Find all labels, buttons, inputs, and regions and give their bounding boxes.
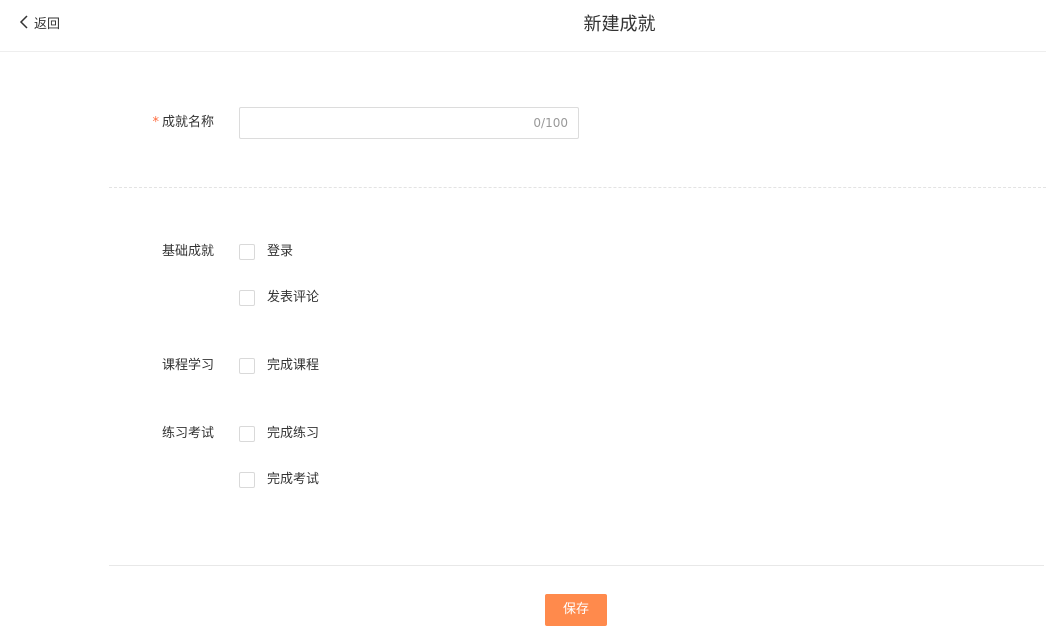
group-label-practice-exam: 练习考试 [161,426,214,441]
group-label-course: 课程学习 [161,358,214,373]
section-divider [109,187,1046,188]
checkbox[interactable] [239,290,255,306]
checkbox-option-comment[interactable]: 发表评论 [239,288,319,308]
checkbox-label: 登录 [267,244,294,259]
name-input[interactable] [240,108,520,138]
checkbox[interactable] [239,358,255,374]
checkbox[interactable] [239,244,255,260]
name-char-counter: 0/100 [533,116,568,130]
checkbox[interactable] [239,426,255,442]
checkbox-label: 完成考试 [267,472,320,487]
checkbox-option-login[interactable]: 登录 [239,242,293,262]
checkbox-option-complete-practice[interactable]: 完成练习 [239,424,319,444]
group-label-basic: 基础成就 [161,244,214,259]
checkbox-label: 完成练习 [267,426,320,441]
page-header: 返回 新建成就 [0,0,1046,52]
checkbox-label: 发表评论 [267,290,320,305]
checkbox-option-complete-exam[interactable]: 完成考试 [239,470,319,490]
footer-divider [109,565,1044,566]
checkbox[interactable] [239,472,255,488]
checkbox-option-complete-course[interactable]: 完成课程 [239,356,319,376]
checkbox-label: 完成课程 [267,358,320,373]
save-button[interactable]: 保存 [545,594,607,626]
name-label-text: 成就名称 [161,115,214,130]
required-mark: * [152,115,159,130]
name-field-label: * 成就名称 [94,113,214,133]
name-field: 0/100 [239,107,579,139]
page-title: 新建成就 [583,14,656,35]
